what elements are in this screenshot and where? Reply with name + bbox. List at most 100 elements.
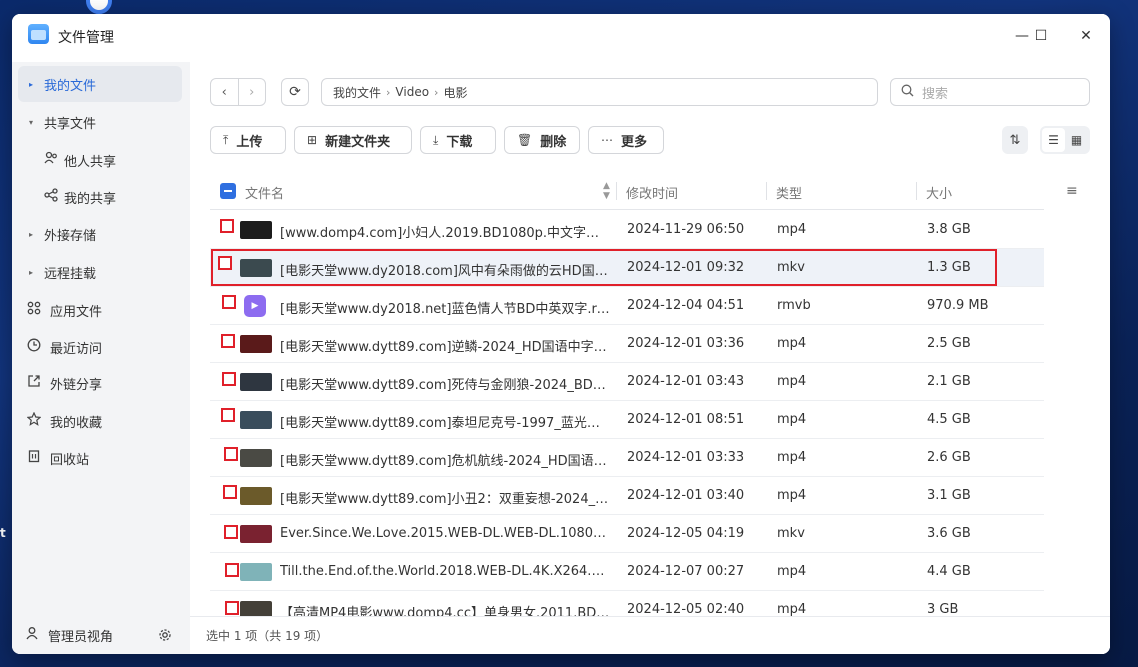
- row-checkbox[interactable]: [221, 334, 235, 348]
- row-checkbox[interactable]: [224, 525, 238, 539]
- table-row[interactable]: [电影天堂www.dytt89.com]泰坦尼克号-1997_蓝光中英双字.mp…: [210, 401, 1044, 439]
- file-size: 1.3 GB: [927, 260, 971, 275]
- row-checkbox[interactable]: [222, 295, 236, 309]
- desktop-icon: [86, 0, 112, 14]
- breadcrumb-item[interactable]: 电影: [443, 84, 467, 101]
- table-row[interactable]: ▶ [电影天堂www.dy2018.net]蓝色情人节BD中英双字.rmvb 2…: [210, 287, 1044, 325]
- sort-arrows-icon[interactable]: ▲ ▼: [603, 181, 610, 201]
- table-row[interactable]: [电影天堂www.dy2018.com]风中有朵雨做的云HD国语中字.mkv 2…: [210, 249, 1044, 287]
- file-name[interactable]: Till.the.End.of.the.World.2018.WEB-DL.4K…: [280, 564, 610, 579]
- download-button[interactable]: ⤓ 下载: [420, 126, 496, 154]
- new-folder-icon: ⊞: [307, 133, 318, 147]
- video-thumbnail: [240, 221, 272, 239]
- selection-status: 选中 1 项（共 19 项）: [206, 629, 329, 643]
- maximize-button[interactable]: ☐: [1027, 24, 1055, 48]
- delete-button[interactable]: 🗑 删除: [504, 126, 580, 154]
- sidebar-item-label: 外接存储: [44, 228, 97, 244]
- file-name[interactable]: [电影天堂www.dytt89.com]危机航线-2024_HD国语中字.mp4: [280, 450, 610, 469]
- row-checkbox[interactable]: [220, 219, 234, 233]
- close-button[interactable]: ✕: [1072, 24, 1100, 48]
- file-type: mp4: [777, 488, 807, 503]
- sidebar-item-label: 共享文件: [44, 116, 97, 132]
- sidebar-item-app-files[interactable]: 应用文件: [18, 292, 182, 328]
- search-input[interactable]: 搜索: [890, 78, 1090, 106]
- file-size: 3 GB: [927, 602, 959, 617]
- row-checkbox[interactable]: [224, 447, 238, 461]
- sidebar-item-link-shares[interactable]: 外链分享: [18, 365, 182, 401]
- admin-user-icon: [26, 626, 40, 644]
- new-folder-button[interactable]: ⊞ 新建文件夹: [294, 126, 412, 154]
- list-view-icon[interactable]: ☰: [1042, 128, 1065, 152]
- sidebar-item-my-files[interactable]: ▸ 我的文件: [18, 66, 182, 102]
- file-name[interactable]: [www.domp4.com]小妇人.2019.BD1080p.中文字幕.mp4: [280, 222, 610, 241]
- breadcrumb-item[interactable]: Video: [395, 85, 429, 99]
- forward-button[interactable]: ›: [239, 79, 266, 105]
- file-type: mp4: [777, 336, 807, 351]
- sidebar-item-shared-with-me[interactable]: 他人共享: [18, 142, 182, 178]
- sidebar-item-label: 我的共享: [64, 191, 117, 207]
- column-settings-icon[interactable]: ≡: [1066, 183, 1078, 199]
- sidebar-item-favorites[interactable]: 我的收藏: [18, 403, 182, 439]
- table-row[interactable]: [电影天堂www.dytt89.com]危机航线-2024_HD国语中字.mp4…: [210, 439, 1044, 477]
- upload-icon: ⤒: [223, 132, 229, 147]
- gear-icon[interactable]: [158, 628, 172, 646]
- file-type: mp4: [777, 450, 807, 465]
- video-thumbnail: [240, 259, 272, 277]
- header-modified[interactable]: 修改时间: [626, 183, 678, 202]
- table-row[interactable]: [电影天堂www.dytt89.com]死侍与金刚狼-2024_BD中英双字.m…: [210, 363, 1044, 401]
- header-type[interactable]: 类型: [776, 183, 802, 202]
- table-row[interactable]: [电影天堂www.dytt89.com]小丑2：双重妄想-2024_BD中英双字…: [210, 477, 1044, 515]
- column-divider[interactable]: [766, 182, 767, 200]
- table-row[interactable]: [www.domp4.com]小妇人.2019.BD1080p.中文字幕.mp4…: [210, 211, 1044, 249]
- sidebar-item-recent[interactable]: 最近访问: [18, 329, 182, 365]
- more-label: 更多: [621, 134, 648, 150]
- caret-down-icon: ▾: [28, 117, 33, 127]
- table-row[interactable]: 【高清MP4电影www.domp4.cc】单身男女.2011.BD.mp4 20…: [210, 591, 1044, 618]
- row-checkbox[interactable]: [225, 563, 239, 577]
- trash-icon: [18, 449, 50, 467]
- file-name[interactable]: [电影天堂www.dy2018.net]蓝色情人节BD中英双字.rmvb: [280, 298, 610, 317]
- grid-view-icon[interactable]: ▦: [1065, 128, 1088, 152]
- more-button[interactable]: ⋯ 更多: [588, 126, 664, 154]
- table-row[interactable]: Ever.Since.We.Love.2015.WEB-DL.WEB-DL.10…: [210, 515, 1044, 553]
- row-checkbox[interactable]: [222, 372, 236, 386]
- select-all-checkbox[interactable]: [220, 183, 236, 199]
- file-name[interactable]: [电影天堂www.dytt89.com]死侍与金刚狼-2024_BD中英双字.m…: [280, 374, 610, 393]
- file-name[interactable]: [电影天堂www.dytt89.com]逆鳞-2024_HD国语中字.mp4: [280, 336, 610, 355]
- row-checkbox[interactable]: [223, 485, 237, 499]
- file-size: 3.8 GB: [927, 222, 971, 237]
- header-name[interactable]: 文件名: [245, 183, 284, 202]
- sidebar-item-external-storage[interactable]: ▸ 外接存储: [18, 216, 182, 252]
- column-divider[interactable]: [916, 182, 917, 200]
- file-name[interactable]: [电影天堂www.dy2018.com]风中有朵雨做的云HD国语中字.mkv: [280, 260, 610, 279]
- sidebar-item-shared-files[interactable]: ▾ 共享文件: [18, 104, 182, 140]
- more-icon: ⋯: [601, 133, 613, 147]
- file-name[interactable]: Ever.Since.We.Love.2015.WEB-DL.WEB-DL.10…: [280, 526, 610, 541]
- upload-button[interactable]: ⤒ 上传: [210, 126, 286, 154]
- file-name[interactable]: [电影天堂www.dytt89.com]泰坦尼克号-1997_蓝光中英双字.mp…: [280, 412, 610, 431]
- refresh-button[interactable]: ⟳: [281, 78, 309, 106]
- file-type: mp4: [777, 412, 807, 427]
- file-type: mp4: [777, 564, 807, 579]
- file-type: mp4: [777, 602, 807, 617]
- star-icon: [18, 411, 50, 430]
- desktop-edge-text: t: [0, 526, 6, 540]
- table-row[interactable]: Till.the.End.of.the.World.2018.WEB-DL.4K…: [210, 553, 1044, 591]
- file-size: 3.6 GB: [927, 526, 971, 541]
- admin-view-toggle[interactable]: 管理员视角: [12, 616, 190, 654]
- header-size[interactable]: 大小: [926, 183, 952, 202]
- file-name[interactable]: [电影天堂www.dytt89.com]小丑2：双重妄想-2024_BD中英双字…: [280, 488, 610, 507]
- file-modified: 2024-12-04 04:51: [627, 298, 745, 313]
- sort-button[interactable]: ⇅: [1002, 126, 1028, 154]
- column-divider[interactable]: [616, 182, 617, 200]
- table-row[interactable]: [电影天堂www.dytt89.com]逆鳞-2024_HD国语中字.mp4 2…: [210, 325, 1044, 363]
- sidebar-item-my-shares[interactable]: 我的共享: [18, 179, 182, 215]
- row-checkbox[interactable]: [225, 601, 239, 615]
- sidebar-item-recycle-bin[interactable]: 回收站: [18, 440, 182, 476]
- back-button[interactable]: ‹: [211, 79, 239, 105]
- sidebar-item-remote-mount[interactable]: ▸ 远程挂载: [18, 254, 182, 290]
- admin-view-label: 管理员视角: [48, 629, 114, 645]
- breadcrumb-item[interactable]: 我的文件: [333, 84, 381, 101]
- row-checkbox[interactable]: [221, 408, 235, 422]
- row-checkbox[interactable]: [218, 256, 232, 270]
